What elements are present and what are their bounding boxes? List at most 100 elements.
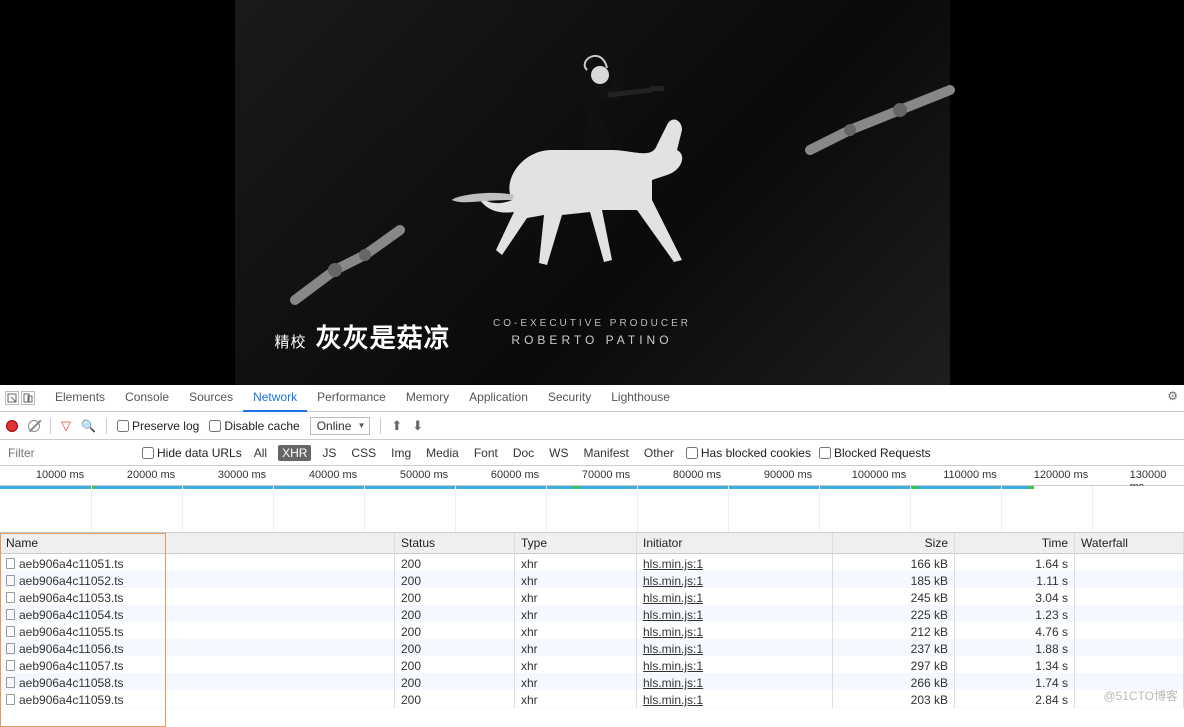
initiator-link[interactable]: hls.min.js:1 (643, 642, 703, 656)
table-row[interactable]: aeb906a4c11056.ts200xhrhls.min.js:1237 k… (0, 639, 1184, 656)
table-row[interactable]: aeb906a4c11058.ts200xhrhls.min.js:1266 k… (0, 673, 1184, 690)
tab-memory[interactable]: Memory (396, 384, 459, 412)
file-icon (6, 643, 15, 654)
col-time[interactable]: Time (955, 533, 1075, 553)
credit-block: CO-EXECUTIVE PRODUCER ROBERTO PATINO (493, 318, 691, 347)
throttle-select[interactable]: Online (310, 417, 371, 435)
ruler-tick: 80000 ms (673, 469, 721, 481)
tab-network[interactable]: Network (243, 384, 307, 412)
record-button[interactable] (6, 420, 18, 432)
filter-row: Hide data URLs All XHR JS CSS Img Media … (0, 440, 1184, 466)
file-icon (6, 558, 15, 569)
inspect-icon[interactable] (5, 391, 19, 405)
col-size[interactable]: Size (833, 533, 955, 553)
file-icon (6, 694, 15, 705)
upload-icon[interactable]: ⬆ (391, 418, 402, 434)
blocked-cookies-checkbox[interactable]: Has blocked cookies (686, 446, 811, 460)
initiator-link[interactable]: hls.min.js:1 (643, 591, 703, 605)
file-icon (6, 609, 15, 620)
watermark: @51CTO博客 (1103, 687, 1178, 704)
filter-font[interactable]: Font (470, 445, 502, 461)
timeline-ruler[interactable]: 10000 ms 20000 ms 30000 ms 40000 ms 5000… (0, 466, 1184, 486)
table-row[interactable]: aeb906a4c11054.ts200xhrhls.min.js:1225 k… (0, 605, 1184, 622)
tab-console[interactable]: Console (115, 384, 179, 412)
filter-manifest[interactable]: Manifest (580, 445, 633, 461)
ruler-tick: 70000 ms (582, 469, 630, 481)
ruler-tick: 40000 ms (309, 469, 357, 481)
separator (106, 418, 107, 434)
download-icon[interactable]: ⬇ (412, 418, 423, 434)
tab-performance[interactable]: Performance (307, 384, 396, 412)
preserve-log-checkbox[interactable]: Preserve log (117, 419, 199, 433)
subtitle-prefix: 精校 (275, 334, 312, 351)
initiator-link[interactable]: hls.min.js:1 (643, 659, 703, 673)
hide-dataurls-checkbox[interactable]: Hide data URLs (142, 446, 242, 460)
ruler-tick: 60000 ms (491, 469, 539, 481)
request-table: Name Status Type Initiator Size Time Wat… (0, 533, 1184, 708)
gear-icon[interactable]: ⚙ (1167, 389, 1178, 403)
tab-application[interactable]: Application (459, 384, 538, 412)
credit-name: ROBERTO PATINO (493, 333, 691, 347)
ruler-tick: 120000 ms (1034, 469, 1088, 481)
table-row[interactable]: aeb906a4c11057.ts200xhrhls.min.js:1297 k… (0, 656, 1184, 673)
video-player[interactable]: CO-EXECUTIVE PRODUCER ROBERTO PATINO 精校 … (0, 0, 1184, 385)
tab-security[interactable]: Security (538, 384, 601, 412)
table-row[interactable]: aeb906a4c11051.ts200xhrhls.min.js:1166 k… (0, 554, 1184, 571)
file-icon (6, 592, 15, 603)
table-row[interactable]: aeb906a4c11059.ts200xhrhls.min.js:1203 k… (0, 690, 1184, 707)
subtitle: 精校 灰灰是菇凉 (275, 318, 451, 355)
search-icon[interactable]: 🔍 (81, 419, 96, 433)
blocked-requests-checkbox[interactable]: Blocked Requests (819, 446, 931, 460)
tab-lighthouse[interactable]: Lighthouse (601, 384, 680, 412)
robot-arm-left (285, 200, 435, 320)
filter-toggle-icon[interactable]: ▽ (61, 418, 71, 434)
filter-img[interactable]: Img (387, 445, 415, 461)
ruler-tick: 110000 ms (943, 469, 997, 481)
initiator-link[interactable]: hls.min.js:1 (643, 608, 703, 622)
subtitle-text: 灰灰是菇凉 (316, 323, 451, 353)
ruler-tick: 10000 ms (36, 469, 84, 481)
col-waterfall[interactable]: Waterfall (1075, 533, 1184, 553)
timeline-overview[interactable] (0, 486, 1184, 533)
separator (50, 418, 51, 434)
table-header[interactable]: Name Status Type Initiator Size Time Wat… (0, 533, 1184, 554)
filter-css[interactable]: CSS (347, 445, 380, 461)
filter-xhr[interactable]: XHR (278, 445, 311, 461)
initiator-link[interactable]: hls.min.js:1 (643, 676, 703, 690)
initiator-link[interactable]: hls.min.js:1 (643, 574, 703, 588)
table-row[interactable]: aeb906a4c11053.ts200xhrhls.min.js:1245 k… (0, 588, 1184, 605)
table-body[interactable]: aeb906a4c11051.ts200xhrhls.min.js:1166 k… (0, 554, 1184, 708)
clear-button[interactable] (28, 420, 40, 432)
col-type[interactable]: Type (515, 533, 637, 553)
filter-doc[interactable]: Doc (509, 445, 538, 461)
table-row[interactable]: aeb906a4c11055.ts200xhrhls.min.js:1212 k… (0, 622, 1184, 639)
filter-input[interactable] (4, 444, 134, 462)
network-toolbar: ▽ 🔍 Preserve log Disable cache Online ⬆ … (0, 412, 1184, 440)
col-name[interactable]: Name (0, 533, 395, 553)
filter-media[interactable]: Media (422, 445, 463, 461)
table-row[interactable]: aeb906a4c11052.ts200xhrhls.min.js:1185 k… (0, 571, 1184, 588)
tab-elements[interactable]: Elements (45, 384, 115, 412)
initiator-link[interactable]: hls.min.js:1 (643, 557, 703, 571)
robot-arm-right (780, 80, 960, 240)
separator (380, 418, 381, 434)
filter-other[interactable]: Other (640, 445, 678, 461)
filter-all[interactable]: All (250, 445, 271, 461)
device-toolbar-icon[interactable] (21, 391, 35, 405)
file-icon (6, 660, 15, 671)
ruler-tick: 90000 ms (764, 469, 812, 481)
ruler-tick: 30000 ms (218, 469, 266, 481)
horse-rider-graphic (452, 50, 732, 310)
ruler-tick: 100000 ms (852, 469, 906, 481)
tab-sources[interactable]: Sources (179, 384, 243, 412)
disable-cache-checkbox[interactable]: Disable cache (209, 419, 299, 433)
filter-ws[interactable]: WS (545, 445, 572, 461)
initiator-link[interactable]: hls.min.js:1 (643, 693, 703, 707)
file-icon (6, 626, 15, 637)
initiator-link[interactable]: hls.min.js:1 (643, 625, 703, 639)
col-status[interactable]: Status (395, 533, 515, 553)
video-frame: CO-EXECUTIVE PRODUCER ROBERTO PATINO 精校 … (235, 0, 950, 385)
ruler-tick: 50000 ms (400, 469, 448, 481)
col-initiator[interactable]: Initiator (637, 533, 833, 553)
filter-js[interactable]: JS (318, 445, 340, 461)
